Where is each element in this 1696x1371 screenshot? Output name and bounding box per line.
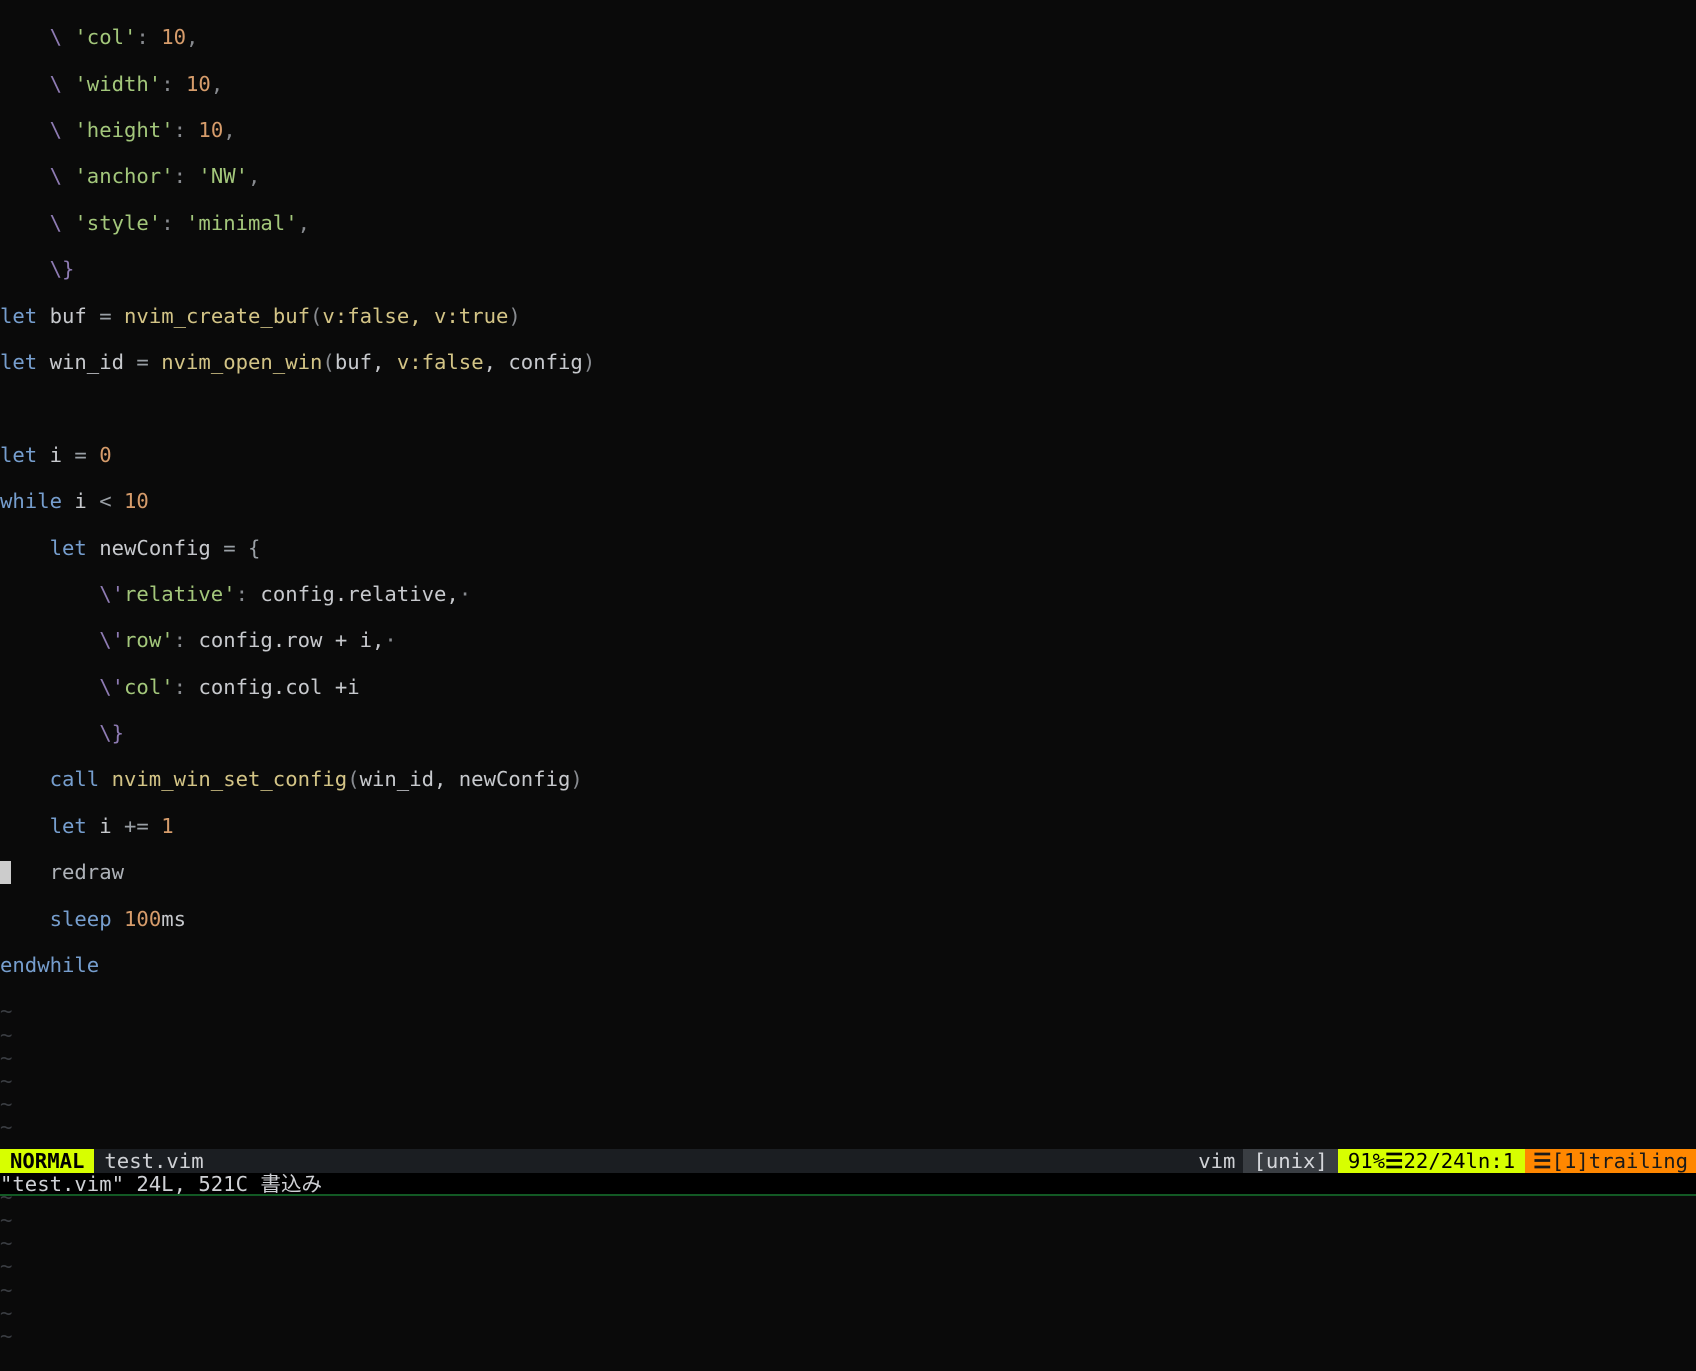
empty-line-tilde: ~ (0, 1093, 1696, 1116)
code-line: while i < 10 (0, 490, 1696, 513)
code-line: \'row': config.row + i,· (0, 629, 1696, 652)
colon: : (1490, 1149, 1502, 1173)
code-line: endwhile (0, 954, 1696, 977)
position-indicator: 91% ☰ 22/24 ln : 1 (1338, 1149, 1525, 1173)
editor-buffer[interactable]: \ 'col': 10, \ 'width': 10, \ 'height': … (0, 0, 1696, 1149)
command-line[interactable]: "test.vim" 24L, 521C 書込み (0, 1173, 1696, 1196)
code-line: let i += 1 (0, 815, 1696, 838)
empty-line-tilde: ~ (0, 1232, 1696, 1255)
code-line: let newConfig = { (0, 537, 1696, 560)
file-encoding: [unix] (1243, 1149, 1337, 1173)
code-line: sleep 100ms (0, 908, 1696, 931)
code-line: let i = 0 (0, 444, 1696, 467)
empty-line-tilde: ~ (0, 1325, 1696, 1348)
percent: 91% (1348, 1149, 1385, 1173)
ln-label: ln (1466, 1149, 1491, 1173)
code-line: \} (0, 722, 1696, 745)
code-line-cursor: redraw (0, 861, 1696, 884)
code-line: \'relative': config.relative,· (0, 583, 1696, 606)
code-line (0, 397, 1696, 420)
empty-line-tilde: ~ (0, 1255, 1696, 1278)
status-line: NORMAL test.vim vim [unix] 91% ☰ 22/24 l… (0, 1149, 1696, 1173)
line-count: 22/24 (1404, 1149, 1466, 1173)
cursor (0, 861, 11, 884)
empty-line-tilde: ~ (0, 1116, 1696, 1139)
empty-line-tilde: ~ (0, 1209, 1696, 1232)
filename: test.vim (94, 1149, 211, 1173)
code-line: \ 'anchor': 'NW', (0, 165, 1696, 188)
warning-icon: ☰ (1533, 1149, 1551, 1173)
code-line: \} (0, 258, 1696, 281)
filetype: vim (1190, 1149, 1243, 1173)
trailing-whitespace-warning: ☰ [1]trailing (1525, 1149, 1696, 1173)
code-line: \'col': config.col +i (0, 676, 1696, 699)
separator-icon: ☰ (1385, 1149, 1403, 1173)
code-line: \ 'style': 'minimal', (0, 212, 1696, 235)
empty-line-tilde: ~ (0, 1279, 1696, 1302)
mode-indicator: NORMAL (0, 1149, 94, 1173)
column-number: 1 (1503, 1149, 1515, 1173)
empty-line-tilde: ~ (0, 1070, 1696, 1093)
empty-line-tilde: ~ (0, 1302, 1696, 1325)
empty-line-tilde: ~ (0, 1024, 1696, 1047)
empty-line-tilde: ~ (0, 1000, 1696, 1023)
code-line: \ 'width': 10, (0, 73, 1696, 96)
code-line: let win_id = nvim_open_win(buf, v:false,… (0, 351, 1696, 374)
code-line: \ 'col': 10, (0, 26, 1696, 49)
code-line: call nvim_win_set_config(win_id, newConf… (0, 768, 1696, 791)
code-line: let buf = nvim_create_buf(v:false, v:tru… (0, 305, 1696, 328)
code-line: \ 'height': 10, (0, 119, 1696, 142)
empty-line-tilde: ~ (0, 1047, 1696, 1070)
warning-text: [1]trailing (1552, 1149, 1688, 1173)
